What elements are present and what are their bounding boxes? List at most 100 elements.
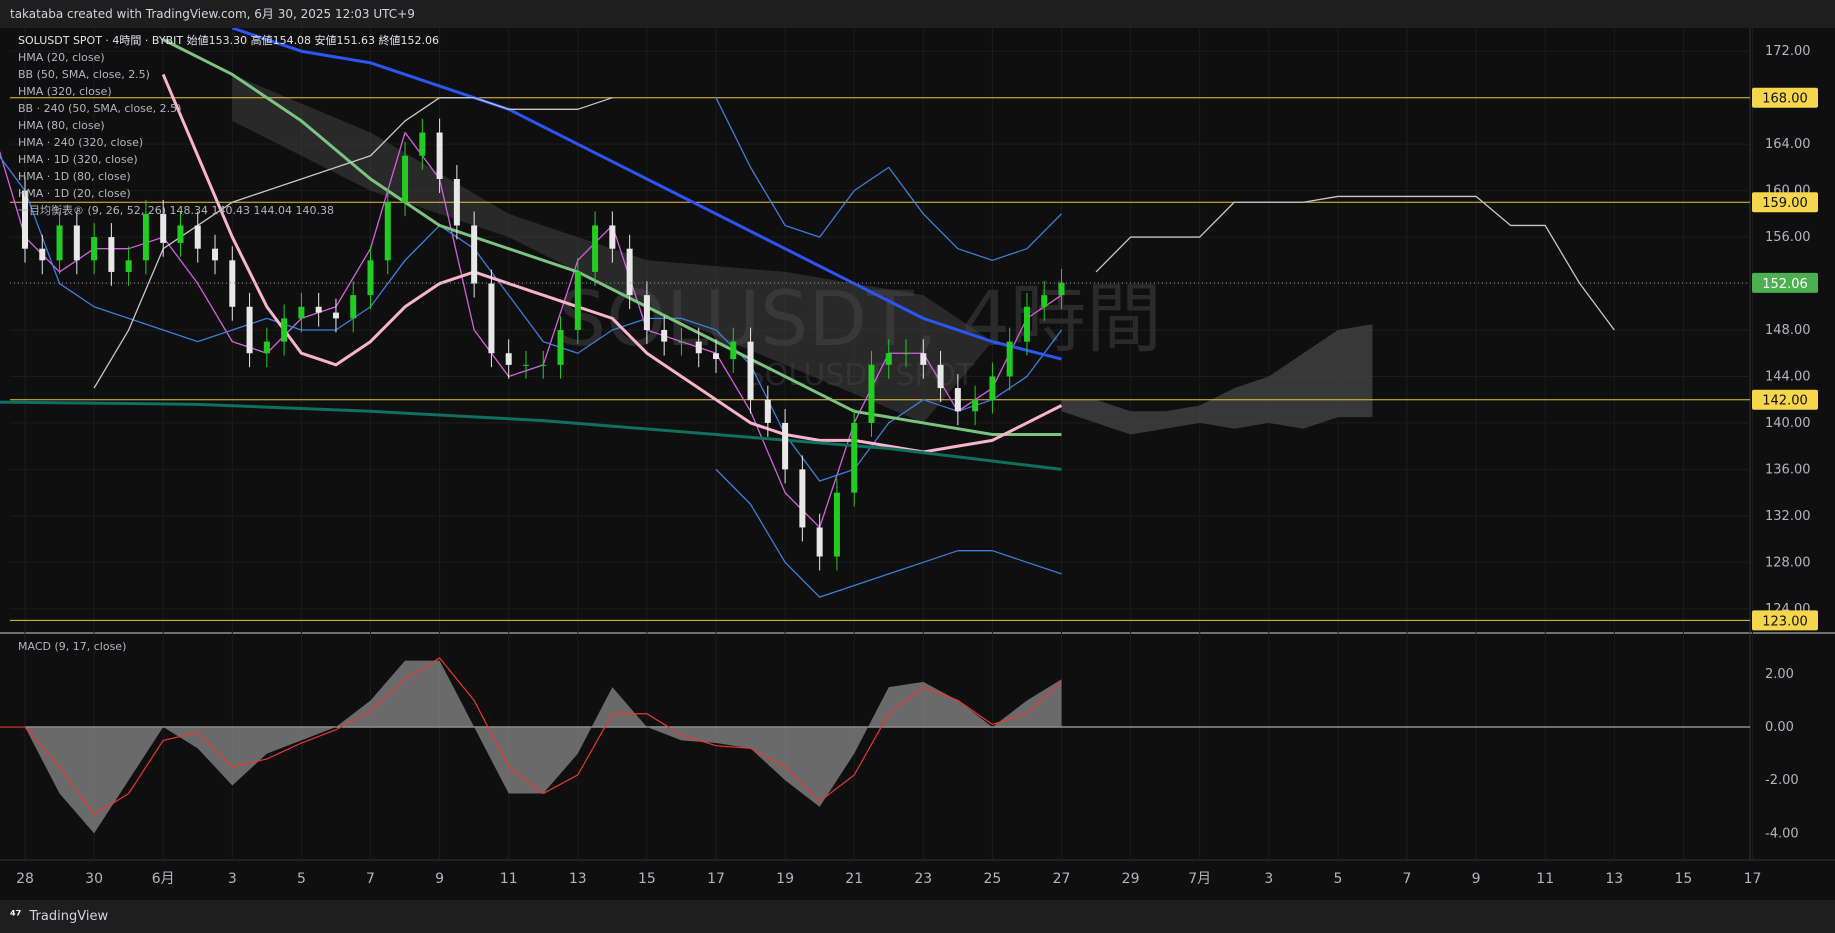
indicator-legend[interactable]: SOLUSDT SPOT · 4時間 · BYBIT 始値153.30 高値15… [18, 32, 439, 219]
candle-body [799, 469, 806, 528]
time-axis[interactable]: 28 30 6月 3 5 7 9 11 13 15 17 19 21 23 25 27 29 7月 3 5 7 9 11 13… [16, 871, 1761, 887]
time-tick-label: 9 [1472, 871, 1481, 887]
macd-tick-label: -4.00 [1765, 826, 1799, 841]
price-tick-label: 148.00 [1765, 323, 1811, 338]
time-tick-label: 9 [435, 871, 444, 887]
candle-body [661, 330, 668, 342]
legend-item[interactable]: HMA (80, close) [18, 117, 439, 134]
legend-item[interactable]: 一目均衡表® (9, 26, 52, 26) 148.34 140.43 144… [18, 202, 439, 219]
price-tick-label: 140.00 [1765, 416, 1811, 431]
time-tick-label: 17 [707, 871, 725, 887]
candle-body [747, 341, 754, 400]
time-tick-label: 11 [1536, 871, 1554, 887]
legend-item[interactable]: HMA · 1D (320, close) [18, 151, 439, 168]
time-tick-label: 5 [1333, 871, 1342, 887]
credit-text: takataba created with TradingView.com, 6… [10, 7, 415, 21]
candle-body [505, 353, 512, 365]
candle-body [350, 295, 357, 319]
legend-item[interactable]: HMA (20, close) [18, 49, 439, 66]
time-tick-label: 7月 [1188, 871, 1211, 887]
candle-body [782, 422, 789, 470]
candle-body [332, 312, 339, 319]
time-tick-label: 21 [845, 871, 863, 887]
candle-body [540, 364, 547, 366]
candle-body [73, 225, 80, 261]
candle-body [125, 260, 132, 272]
price-axis[interactable]: 172.00168.00164.00160.00156.00152.00148.… [1752, 44, 1818, 841]
time-tick-label: 6月 [152, 871, 175, 887]
candle-body [488, 283, 495, 354]
macd-tick-label: 0.00 [1765, 720, 1794, 735]
time-tick-label: 3 [228, 871, 237, 887]
candle-body [972, 399, 979, 412]
time-tick-label: 15 [638, 871, 656, 887]
time-tick-label: 29 [1122, 871, 1140, 887]
candle-body [246, 306, 253, 354]
price-tick-label: 156.00 [1765, 230, 1811, 245]
candle-body [885, 353, 892, 365]
time-tick-label: 11 [500, 871, 518, 887]
last-price-label: 152.06 [1762, 277, 1808, 292]
candle-body [713, 353, 719, 360]
level-label: 123.00 [1762, 614, 1808, 629]
legend-item[interactable]: HMA · 240 (320, close) [18, 134, 439, 151]
candle-body [453, 179, 460, 226]
candle-body [1006, 341, 1013, 377]
candle-body [298, 306, 305, 319]
candle-body [903, 353, 910, 355]
candle-body [643, 295, 650, 330]
legend-item[interactable]: HMA · 1D (20, close) [18, 185, 439, 202]
time-tick-label: 5 [297, 871, 306, 887]
candle-body [1023, 306, 1030, 342]
time-tick-label: 19 [776, 871, 794, 887]
price-tick-label: 132.00 [1765, 509, 1811, 524]
time-tick-label: 30 [85, 871, 103, 887]
candle-body [142, 213, 149, 261]
time-tick-label: 13 [1605, 871, 1623, 887]
candle-body [281, 318, 288, 342]
time-tick-label: 7 [366, 871, 375, 887]
candle-body [1058, 282, 1065, 296]
time-tick-label: 3 [1264, 871, 1273, 887]
candle-body [626, 248, 633, 296]
candle-body [851, 422, 858, 493]
time-tick-label: 15 [1674, 871, 1692, 887]
candle-body [989, 376, 996, 400]
candle-body [833, 492, 840, 557]
time-tick-label: 28 [16, 871, 34, 887]
time-tick-label: 27 [1053, 871, 1071, 887]
symbol-ohlc-line[interactable]: SOLUSDT SPOT · 4時間 · BYBIT 始値153.30 高値15… [18, 32, 439, 49]
candle-body [212, 248, 219, 261]
candle-body [695, 341, 702, 354]
macd-legend[interactable]: MACD (9, 17, close) [18, 640, 126, 653]
candle-body [609, 225, 616, 249]
candle-body [592, 225, 599, 272]
candle-body [315, 306, 322, 313]
candle-body [937, 364, 944, 389]
price-tick-label: 144.00 [1765, 369, 1811, 384]
candle-body [263, 341, 270, 354]
candle-body [367, 260, 374, 296]
candle-body [816, 527, 823, 557]
legend-item[interactable]: HMA (320, close) [18, 83, 439, 100]
time-tick-label: 7 [1403, 871, 1412, 887]
candle-body [920, 353, 927, 365]
candle-body [954, 388, 961, 412]
candle-body [108, 237, 115, 272]
candle-body [1041, 295, 1048, 307]
candle-body [39, 248, 46, 261]
candle-body [730, 341, 737, 360]
brand-bar: ⁴⁷ TradingView [0, 900, 1835, 933]
legend-item[interactable]: BB · 240 (50, SMA, close, 2.5) [18, 100, 439, 117]
level-label: 159.00 [1762, 196, 1808, 211]
candle-body [229, 260, 236, 307]
legend-item[interactable]: BB (50, SMA, close, 2.5) [18, 66, 439, 83]
candle-body [471, 225, 478, 284]
time-tick-label: 13 [569, 871, 587, 887]
level-label: 168.00 [1762, 92, 1808, 107]
legend-item[interactable]: HMA · 1D (80, close) [18, 168, 439, 185]
level-label: 142.00 [1762, 394, 1808, 409]
time-tick-label: 23 [914, 871, 932, 887]
candle-body [557, 330, 564, 365]
price-tick-label: 128.00 [1765, 555, 1811, 570]
